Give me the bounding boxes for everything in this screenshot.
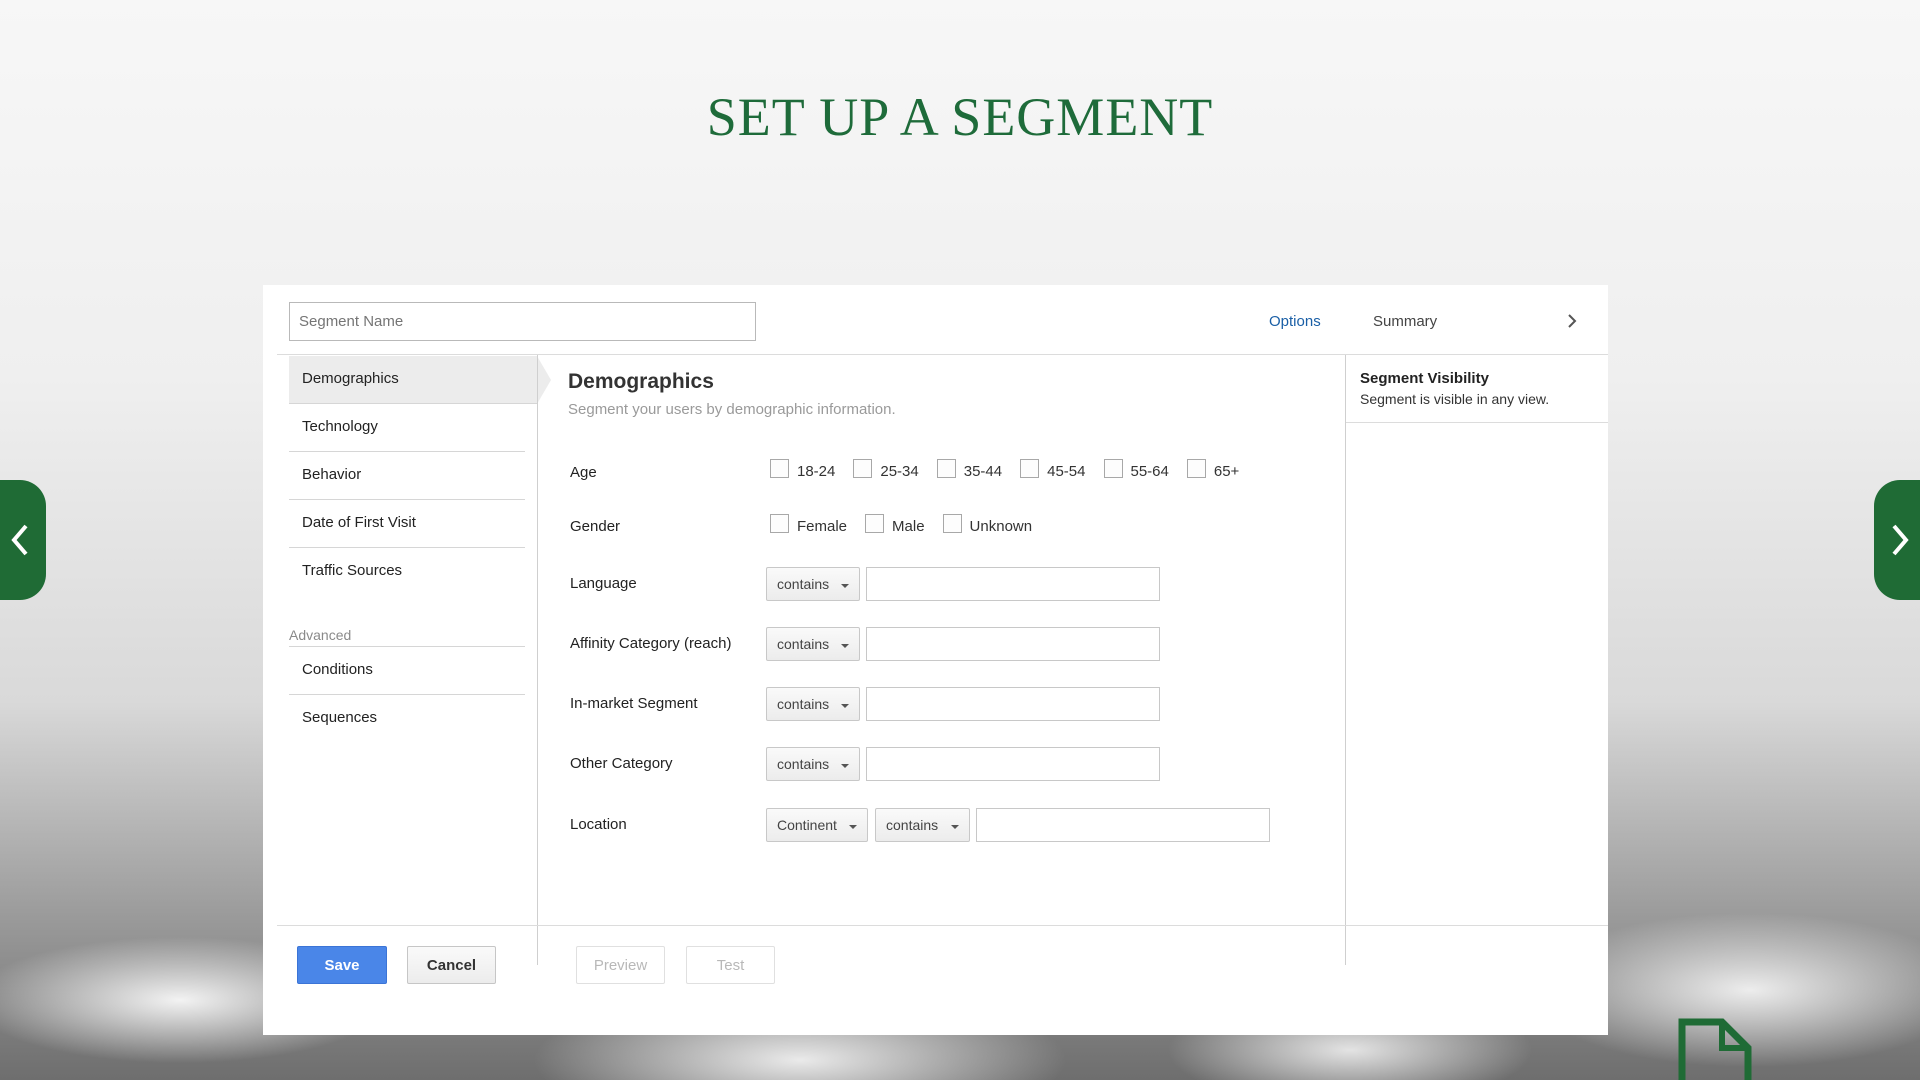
affinity-operator-dropdown[interactable]: contains	[766, 627, 860, 661]
cancel-button[interactable]: Cancel	[407, 946, 496, 984]
test-button[interactable]: Test	[686, 946, 775, 984]
sidebar-item-technology[interactable]: Technology	[289, 404, 525, 452]
sidebar-item-label: Technology	[302, 418, 378, 435]
gender-option-label: Male	[892, 518, 925, 535]
chevron-right-icon	[1892, 524, 1909, 556]
summary-link[interactable]: Summary	[1373, 313, 1437, 330]
sidebar-item-label: Demographics	[302, 370, 399, 387]
caret-down-icon	[841, 584, 849, 588]
chevron-left-icon	[11, 524, 28, 556]
caret-down-icon	[841, 644, 849, 648]
language-operator-dropdown[interactable]: contains	[766, 567, 860, 601]
document-icon[interactable]	[1678, 1018, 1754, 1080]
visibility-title: Segment Visibility	[1360, 370, 1489, 387]
gender-option-label: Female	[797, 518, 848, 535]
caret-down-icon	[849, 825, 857, 829]
right-pane-divider	[1345, 355, 1346, 965]
sidebar-item-sequences[interactable]: Sequences	[289, 695, 525, 743]
location-scope-dropdown[interactable]: Continent	[766, 808, 868, 842]
section-subtitle: Segment your users by demographic inform…	[568, 401, 896, 418]
segment-name-input[interactable]	[289, 302, 756, 341]
segment-editor-panel: Options Summary Demographics Technology …	[263, 285, 1608, 1035]
sidebar-item-label: Date of First Visit	[302, 514, 416, 531]
age-checkbox[interactable]	[1103, 459, 1123, 478]
other-category-label: Other Category	[570, 755, 673, 772]
inmarket-label: In-market Segment	[570, 695, 698, 712]
age-option-label: 25-34	[880, 463, 919, 480]
gender-option-label: Unknown	[969, 518, 1033, 535]
dropdown-value: contains	[777, 576, 830, 592]
age-option-label: 45-54	[1047, 463, 1086, 480]
gender-checkbox[interactable]	[865, 514, 885, 533]
language-value-input[interactable]	[866, 567, 1160, 601]
gender-label: Gender	[570, 518, 621, 535]
sidebar-item-label: Conditions	[302, 661, 373, 678]
age-checkbox[interactable]	[1186, 459, 1206, 478]
section-title: Demographics	[568, 370, 714, 393]
sidebar-item-traffic-sources[interactable]: Traffic Sources	[289, 548, 525, 596]
sidebar-item-label: Behavior	[302, 466, 362, 483]
age-checkbox[interactable]	[853, 459, 873, 478]
footer-divider	[277, 925, 1608, 926]
location-value-input[interactable]	[976, 808, 1270, 842]
main-header: Demographics Segment your users by demog…	[568, 370, 896, 418]
sidebar: Demographics Technology Behavior Date of…	[289, 356, 551, 743]
sidebar-item-behavior[interactable]: Behavior	[289, 452, 525, 500]
age-label: Age	[570, 464, 597, 481]
inmarket-operator-dropdown[interactable]: contains	[766, 687, 860, 721]
age-checkbox[interactable]	[936, 459, 956, 478]
age-option-label: 65+	[1213, 463, 1240, 480]
dropdown-value: contains	[886, 817, 939, 833]
age-option-label: 35-44	[963, 463, 1003, 480]
gender-options: Female Male Unknown	[770, 512, 1050, 535]
sidebar-item-label: Traffic Sources	[302, 562, 403, 579]
gender-checkbox[interactable]	[942, 514, 962, 533]
age-options: 18-24 25-34 35-44 45-54 55-64 65+	[770, 457, 1257, 480]
sidebar-section-advanced: Advanced	[289, 620, 525, 647]
slide-title: SET UP A SEGMENT	[706, 87, 1214, 147]
age-option-label: 18-24	[797, 463, 836, 480]
dropdown-value: contains	[777, 636, 830, 652]
location-label: Location	[570, 816, 627, 833]
other-category-value-input[interactable]	[866, 747, 1160, 781]
age-checkbox[interactable]	[1020, 459, 1040, 478]
age-option-label: 55-64	[1130, 463, 1169, 480]
header-divider	[277, 354, 1608, 355]
previous-slide-button[interactable]	[0, 480, 46, 600]
visibility-divider	[1346, 422, 1608, 423]
affinity-label: Affinity Category (reach)	[570, 635, 732, 652]
caret-down-icon	[951, 825, 959, 829]
caret-down-icon	[841, 764, 849, 768]
sidebar-divider	[537, 355, 538, 965]
dropdown-value: contains	[777, 756, 830, 772]
chevron-right-icon[interactable]	[1566, 312, 1578, 330]
caret-down-icon	[841, 704, 849, 708]
sidebar-item-label: Sequences	[302, 709, 378, 726]
gender-checkbox[interactable]	[770, 514, 789, 533]
language-label: Language	[570, 575, 637, 592]
sidebar-item-demographics[interactable]: Demographics	[289, 356, 551, 404]
location-operator-dropdown[interactable]: contains	[875, 808, 970, 842]
preview-button[interactable]: Preview	[576, 946, 665, 984]
options-link[interactable]: Options	[1269, 313, 1321, 330]
inmarket-value-input[interactable]	[866, 687, 1160, 721]
sidebar-item-conditions[interactable]: Conditions	[289, 647, 525, 695]
affinity-value-input[interactable]	[866, 627, 1160, 661]
visibility-description: Segment is visible in any view.	[1360, 391, 1550, 407]
age-checkbox[interactable]	[770, 459, 789, 478]
other-category-operator-dropdown[interactable]: contains	[766, 747, 860, 781]
next-slide-button[interactable]	[1874, 480, 1920, 600]
save-button[interactable]: Save	[297, 946, 387, 984]
dropdown-value: Continent	[777, 817, 837, 833]
sidebar-item-date-of-first-visit[interactable]: Date of First Visit	[289, 500, 525, 548]
dropdown-value: contains	[777, 696, 830, 712]
